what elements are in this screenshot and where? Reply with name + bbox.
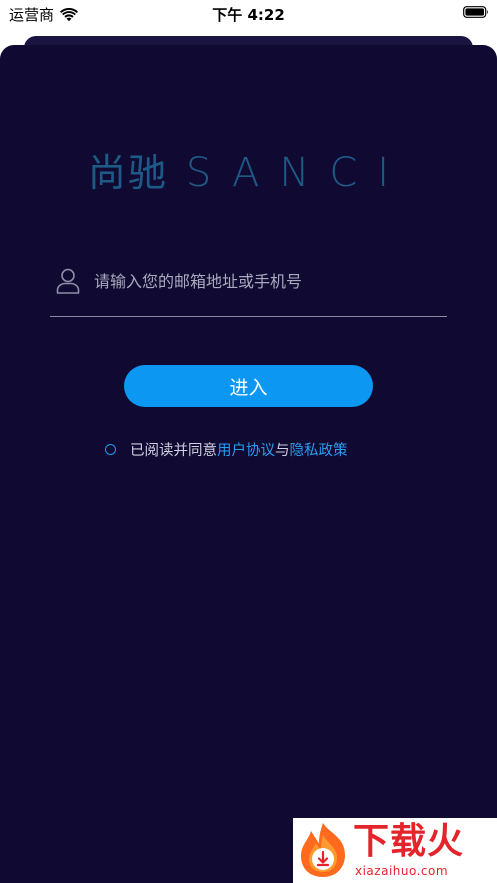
enter-button[interactable]: 进入 (124, 365, 373, 407)
brand-logo: 尚驰 SANCI (0, 147, 497, 199)
logo-chinese: 尚驰 (87, 151, 168, 195)
login-screen: 运营商 下午 4:22 尚驰SANCI 进入 已阅读并同意用户协议与隐私政 (0, 0, 497, 883)
user-agreement-link[interactable]: 用户协议 (217, 439, 275, 460)
user-icon (56, 268, 80, 294)
agreement-row: 已阅读并同意 用户协议与隐私政策 (105, 438, 348, 460)
flame-download-icon (301, 823, 345, 877)
account-field (50, 258, 447, 317)
radio-unchecked-icon[interactable] (105, 443, 116, 455)
agreement-joiner: 与 (275, 442, 290, 459)
status-time: 下午 4:22 (212, 6, 285, 24)
agreement-prefix: 已阅读并同意 (130, 442, 217, 459)
watermark-url: xiazaihuo.com (355, 864, 449, 878)
battery-icon (463, 6, 488, 18)
privacy-policy-link[interactable]: 隐私政策 (290, 439, 348, 460)
account-input[interactable] (92, 264, 446, 298)
status-bar: 运营商 下午 4:22 (0, 0, 497, 26)
watermark-title: 下载火 (353, 821, 465, 862)
logo-english: SANCI (185, 150, 410, 196)
site-watermark: 下载火 xiazaihuo.com (293, 818, 497, 883)
